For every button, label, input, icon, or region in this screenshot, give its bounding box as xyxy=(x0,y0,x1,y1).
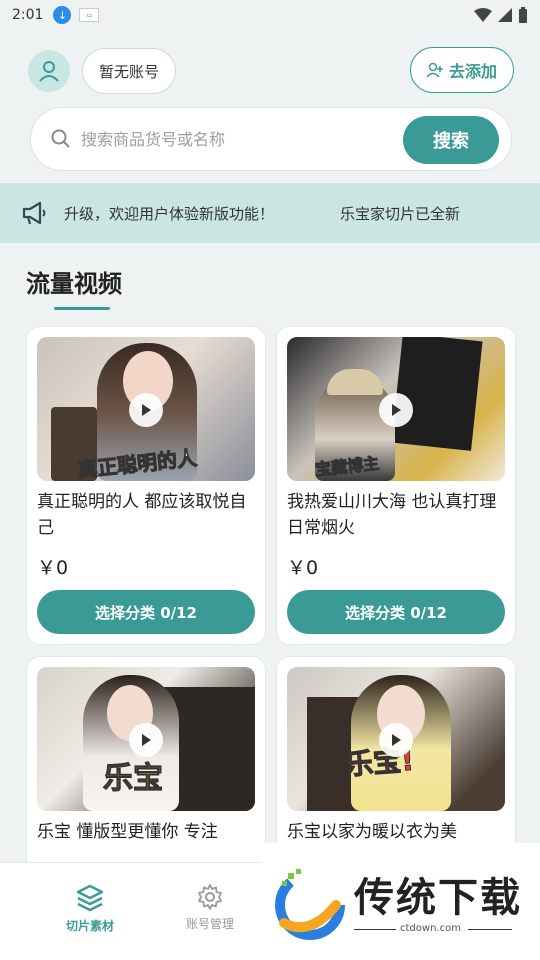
tab-label: 账号管理 xyxy=(186,917,235,931)
header: 暂无账号 去添加 xyxy=(0,46,540,96)
video-price: ￥0 xyxy=(287,557,319,579)
watermark: 传统下载 ctdown.com xyxy=(262,843,540,960)
video-card[interactable]: 宝藏博主 我热爱山川大海 也认真打理日常烟火 ￥0 选择分类 0/12 xyxy=(276,326,516,645)
signal-icon xyxy=(498,8,512,22)
play-icon[interactable] xyxy=(129,723,163,757)
search-bar: 搜索 xyxy=(30,107,512,171)
tab-account-management[interactable]: 账号管理 xyxy=(186,883,234,932)
video-title: 真正聪明的人 都应该取悦自己 xyxy=(37,492,247,538)
section-underline xyxy=(54,307,110,310)
video-card[interactable]: 乐宝 乐宝 懂版型更懂你 专注 xyxy=(26,656,266,876)
add-user-icon xyxy=(426,62,443,78)
user-icon xyxy=(39,61,59,82)
wifi-icon xyxy=(474,8,492,22)
tab-slice-material[interactable]: 切片素材 xyxy=(66,883,114,934)
search-icon xyxy=(51,129,70,148)
watermark-divider-right xyxy=(468,929,512,930)
video-thumbnail[interactable]: 真正聪明的人 xyxy=(37,337,255,481)
battery-icon xyxy=(519,7,527,23)
app-notification-icon: ▭ xyxy=(79,8,100,22)
watermark-divider-left xyxy=(354,929,396,930)
video-thumbnail[interactable]: 乐宝! xyxy=(287,667,505,811)
search-button[interactable]: 搜索 xyxy=(403,116,499,164)
watermark-text: 传统下载 xyxy=(354,875,522,921)
select-category-button[interactable]: 选择分类 0/12 xyxy=(37,590,255,634)
select-category-button[interactable]: 选择分类 0/12 xyxy=(287,590,505,634)
notice-banner: 升级，欢迎用户体验新版功能！ 乐宝家切片已全新 xyxy=(0,183,540,243)
add-account-button[interactable]: 去添加 xyxy=(410,47,514,93)
play-icon[interactable] xyxy=(379,723,413,757)
status-bar: 2:01 ↓ ▭ xyxy=(0,0,540,30)
notice-text-continued: 乐宝家切片已全新 xyxy=(340,204,461,223)
watermark-url: ctdown.com xyxy=(400,923,461,934)
notice-text: 升级，欢迎用户体验新版功能！ xyxy=(64,204,275,223)
download-icon: ↓ xyxy=(53,6,72,24)
account-status-pill[interactable]: 暂无账号 xyxy=(82,48,177,94)
add-account-label: 去添加 xyxy=(448,62,497,81)
watermark-logo-icon xyxy=(275,869,345,940)
gear-icon xyxy=(198,884,222,910)
video-thumbnail[interactable]: 乐宝 xyxy=(37,667,255,811)
video-card[interactable]: 真正聪明的人 真正聪明的人 都应该取悦自己 ￥0 选择分类 0/12 xyxy=(26,326,266,645)
video-thumbnail[interactable]: 宝藏博主 xyxy=(287,337,505,481)
thumbnail-caption: 乐宝 xyxy=(103,761,164,797)
video-price: ￥0 xyxy=(37,557,69,579)
play-icon[interactable] xyxy=(379,393,413,427)
layers-icon xyxy=(76,884,104,912)
status-time: 2:01 xyxy=(12,7,44,23)
tab-label: 切片素材 xyxy=(66,919,115,933)
section-title: 流量视频 xyxy=(26,270,122,298)
play-icon[interactable] xyxy=(129,393,163,427)
video-title: 我热爱山川大海 也认真打理日常烟火 xyxy=(287,492,497,538)
megaphone-icon xyxy=(22,201,46,225)
avatar[interactable] xyxy=(28,50,70,92)
